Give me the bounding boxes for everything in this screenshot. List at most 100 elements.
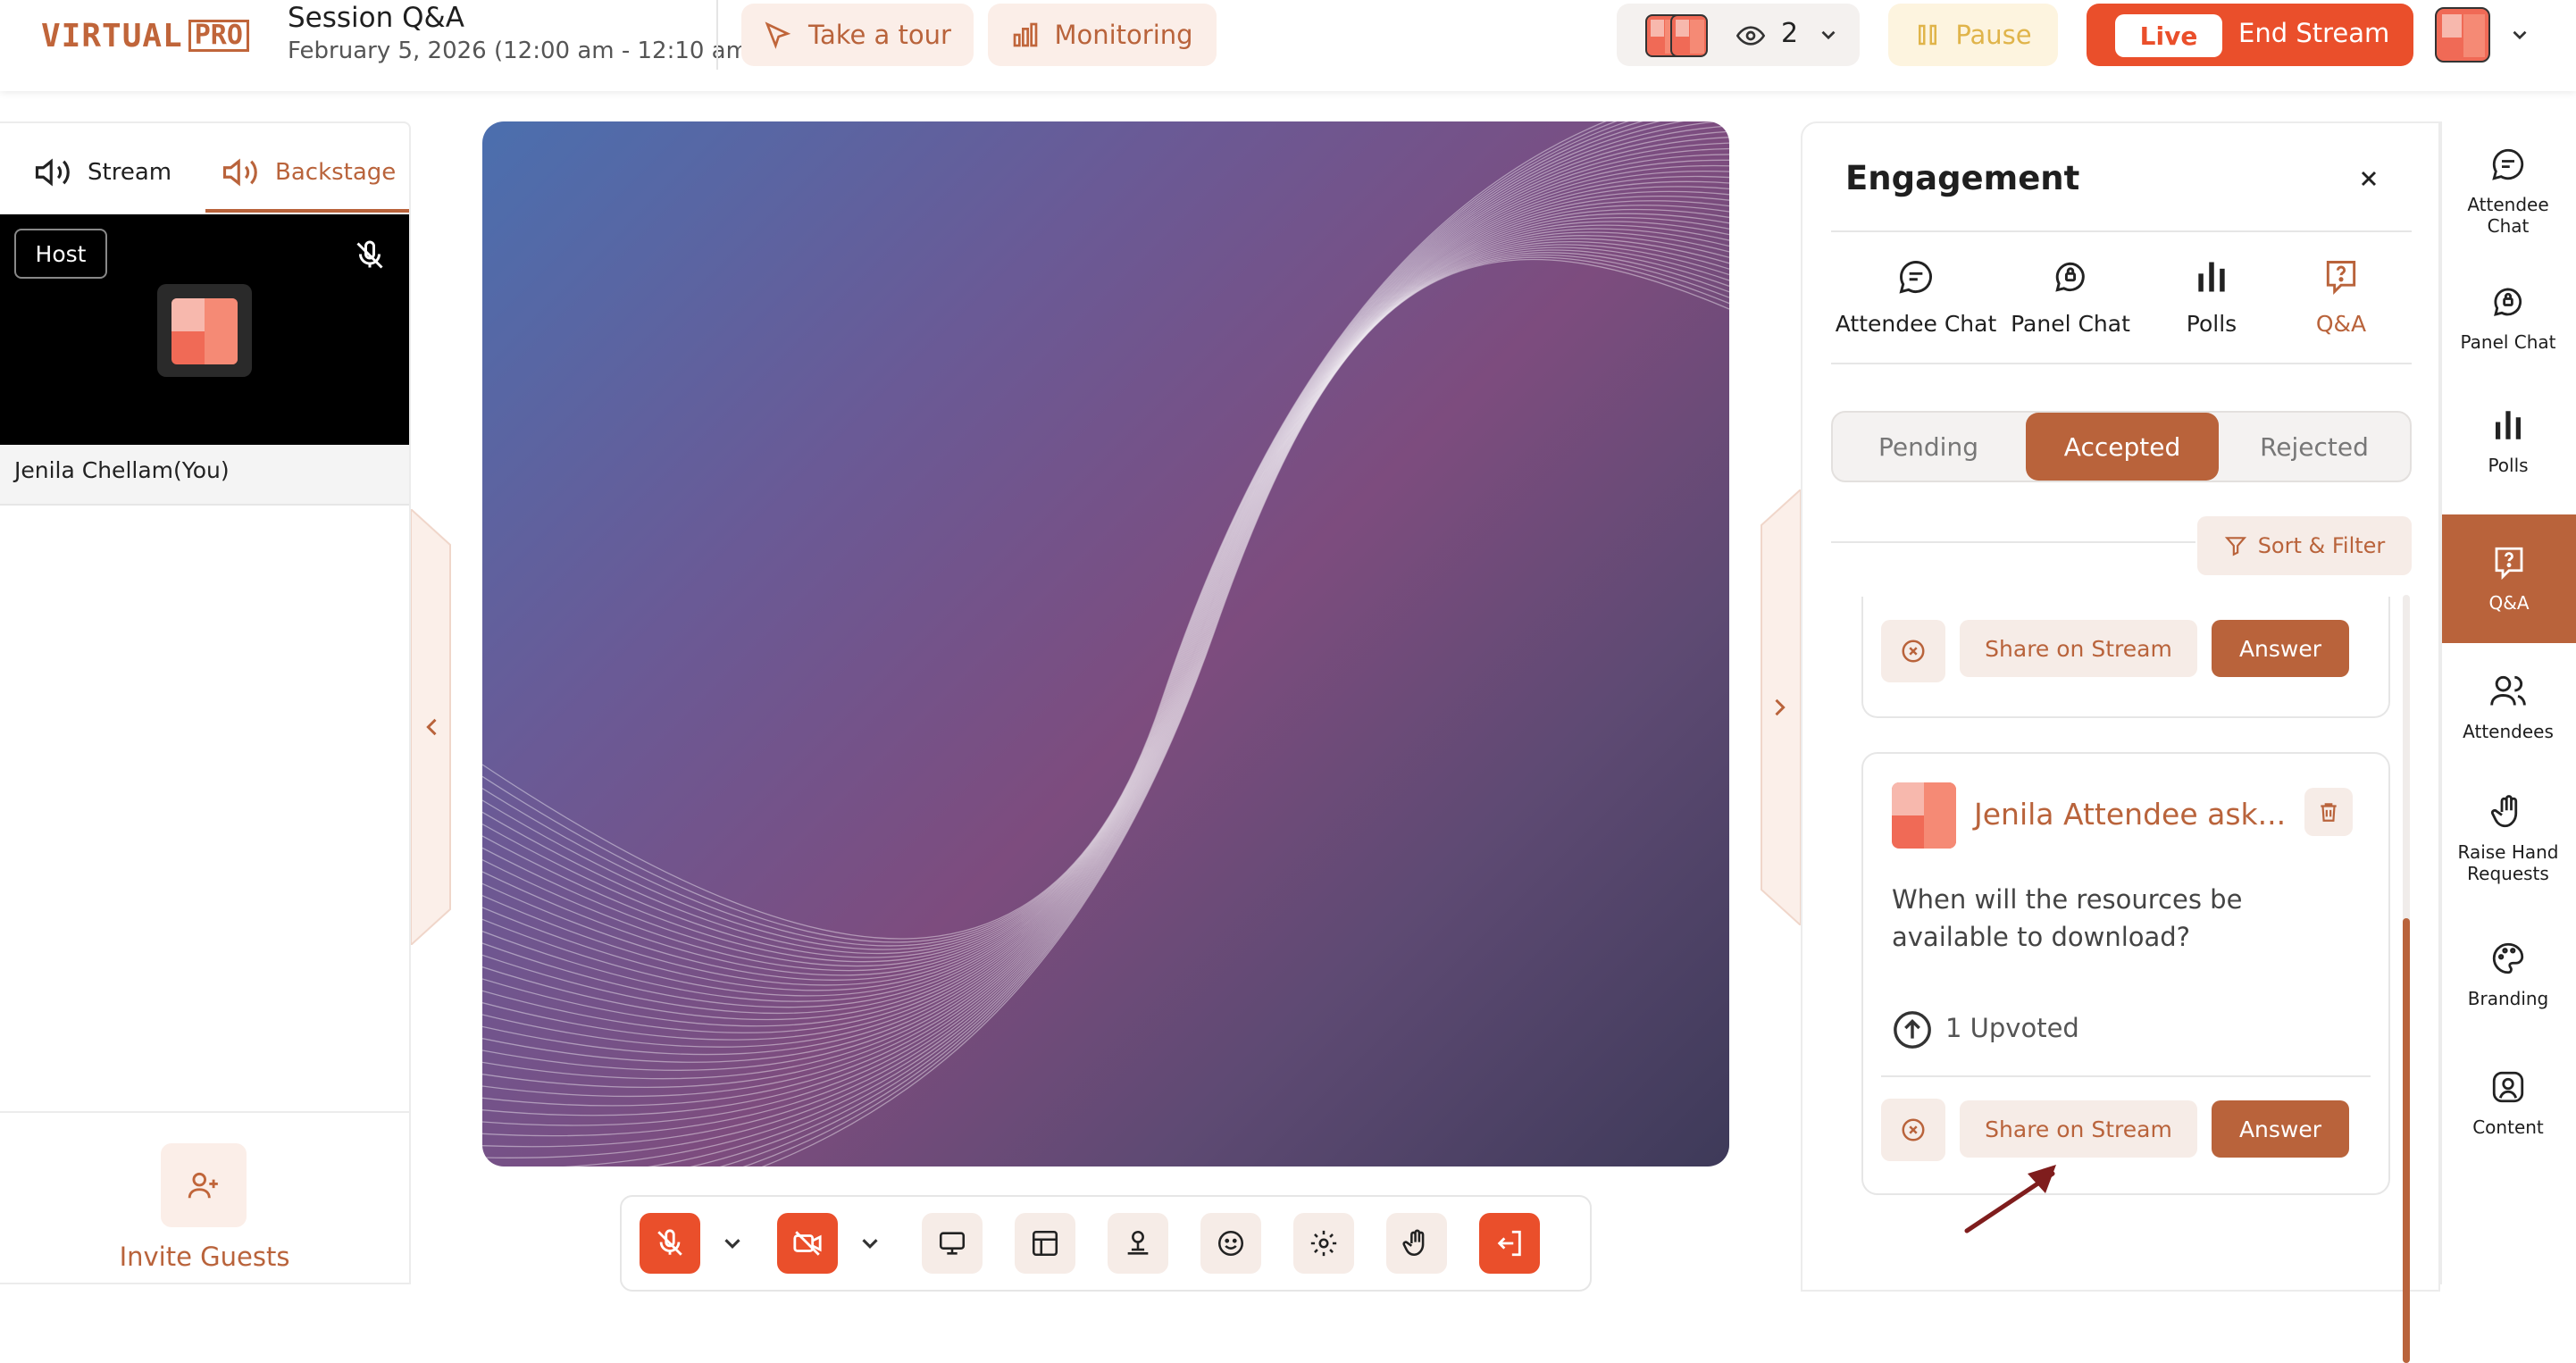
tab-stream[interactable]: Stream <box>34 150 171 195</box>
delete-button[interactable] <box>2304 788 2353 836</box>
sidebar-item-content[interactable]: Content <box>2444 1045 2572 1161</box>
chevron-right-icon <box>1767 691 1792 723</box>
palette-icon <box>2489 940 2527 977</box>
wave-line <box>742 256 1729 1166</box>
reactions-button[interactable] <box>1200 1213 1261 1274</box>
wave-line <box>482 231 1729 1116</box>
wave-line <box>482 241 1729 1148</box>
chevron-left-icon <box>420 711 445 743</box>
chevron-down-icon <box>857 1230 883 1257</box>
camera-toggle-button[interactable] <box>777 1213 838 1274</box>
chat-icon <box>1896 257 1936 297</box>
exit-icon <box>1494 1228 1525 1258</box>
sidebar-item-raise-hand[interactable]: Raise Hand Requests <box>2444 772 2572 906</box>
pause-button[interactable]: Pause <box>1888 4 2058 66</box>
cursor-pointer-icon <box>764 21 792 49</box>
camera-off-icon <box>792 1228 823 1258</box>
camera-options-dropdown[interactable] <box>843 1230 897 1257</box>
question-author: Jenila Attendee ask... <box>1974 797 2287 832</box>
divider <box>0 1111 409 1113</box>
speaker-icon <box>222 154 259 191</box>
share-on-stream-button[interactable]: Share on Stream <box>1960 1100 2197 1158</box>
wave-line <box>482 196 1729 1041</box>
left-panel: Stream Backstage Host Jenila Chellam(You… <box>0 121 411 1284</box>
sort-filter-button[interactable]: Sort & Filter <box>2197 516 2412 575</box>
viewer-count: 2 <box>1781 18 1799 49</box>
smiley-icon <box>1216 1228 1246 1258</box>
lock-chat-icon <box>2489 283 2527 321</box>
wave-line <box>482 200 1729 1048</box>
divider <box>716 0 718 70</box>
tab-attendee-chat[interactable]: Attendee Chat <box>1831 243 2001 350</box>
left-collapse-handle[interactable] <box>411 509 452 945</box>
raise-hand-button[interactable] <box>1386 1213 1447 1274</box>
controls-bar <box>620 1195 1592 1292</box>
sidebar-item-qa[interactable]: Q&A <box>2442 514 2576 643</box>
wave-line <box>482 180 1729 1020</box>
question-card: Jenila Attendee ask... When will the res… <box>1861 752 2390 1195</box>
stream-stage <box>482 121 1729 1166</box>
wave-line <box>482 221 1729 1089</box>
sidebar-item-branding[interactable]: Branding <box>2444 916 2572 1033</box>
hand-icon <box>2489 793 2527 831</box>
wave-line <box>482 205 1729 1056</box>
tab-panel-chat[interactable]: Panel Chat <box>1992 243 2149 350</box>
user-avatar[interactable] <box>2435 7 2490 63</box>
close-icon[interactable] <box>2356 166 2381 191</box>
answer-button[interactable]: Answer <box>2212 1100 2349 1158</box>
mic-off-icon <box>655 1228 685 1258</box>
leave-button[interactable] <box>1479 1213 1540 1274</box>
logo-pro-text: PRO <box>188 20 249 52</box>
session-date: February 5, 2026 (12:00 am - 12:10 am) <box>288 38 758 64</box>
eye-icon <box>1736 21 1765 50</box>
session-title: Session Q&A <box>288 2 464 34</box>
sidebar-item-polls[interactable]: Polls <box>2444 388 2572 495</box>
answer-button[interactable]: Answer <box>2212 620 2349 677</box>
filter-rejected[interactable]: Rejected <box>2219 413 2410 481</box>
reject-button[interactable] <box>1881 620 1945 682</box>
wave-line <box>482 165 1729 1002</box>
mic-toggle-button[interactable] <box>640 1213 700 1274</box>
settings-button[interactable] <box>1293 1213 1354 1274</box>
layout-button[interactable] <box>1015 1213 1075 1274</box>
wave-line <box>482 208 1729 1063</box>
scrollbar-track[interactable] <box>2403 595 2410 1363</box>
divider <box>1831 363 2412 364</box>
qa-status-filter: Pending Accepted Rejected <box>1831 411 2412 482</box>
question-bubble-icon <box>2321 257 2361 297</box>
right-collapse-handle[interactable] <box>1758 489 1801 925</box>
question-card: Share on Stream Answer <box>1861 597 2390 718</box>
sidebar-item-attendee-chat[interactable]: Attendee Chat <box>2444 134 2572 248</box>
user-stage-icon <box>1123 1228 1153 1258</box>
invite-guests-button[interactable] <box>161 1143 247 1227</box>
tab-polls[interactable]: Polls <box>2167 243 2256 350</box>
add-user-icon <box>187 1168 221 1202</box>
viewers-dropdown[interactable]: 2 <box>1617 4 1860 66</box>
gear-icon <box>1309 1228 1339 1258</box>
wave-line <box>482 190 1729 1033</box>
engagement-title: Engagement <box>1845 159 2080 197</box>
end-stream-button[interactable]: Live End Stream <box>2087 4 2413 66</box>
share-on-stream-button[interactable]: Share on Stream <box>1960 620 2197 677</box>
invite-guests-label[interactable]: Invite Guests <box>0 1242 409 1272</box>
lock-chat-icon <box>2051 257 2090 297</box>
sidebar-item-attendees[interactable]: Attendees <box>2444 648 2572 765</box>
filter-accepted[interactable]: Accepted <box>2026 413 2219 481</box>
stage-button[interactable] <box>1108 1213 1168 1274</box>
take-tour-button[interactable]: Take a tour <box>741 4 974 66</box>
speaker-icon <box>34 154 71 191</box>
chevron-down-icon[interactable] <box>2508 23 2531 46</box>
scrollbar-thumb[interactable] <box>2403 918 2410 1363</box>
wave-line <box>482 238 1729 1137</box>
tab-qa[interactable]: Q&A <box>2292 243 2390 350</box>
divider <box>1831 541 2195 543</box>
filter-pending[interactable]: Pending <box>1833 413 2024 481</box>
reject-button[interactable] <box>1881 1099 1945 1161</box>
tab-backstage[interactable]: Backstage <box>222 150 396 195</box>
sidebar-item-panel-chat[interactable]: Panel Chat <box>2444 264 2572 372</box>
share-screen-button[interactable] <box>922 1213 983 1274</box>
mic-options-dropdown[interactable] <box>706 1230 759 1257</box>
monitoring-button[interactable]: Monitoring <box>988 4 1217 66</box>
wave-line <box>761 258 1729 1166</box>
wave-line <box>482 228 1729 1107</box>
